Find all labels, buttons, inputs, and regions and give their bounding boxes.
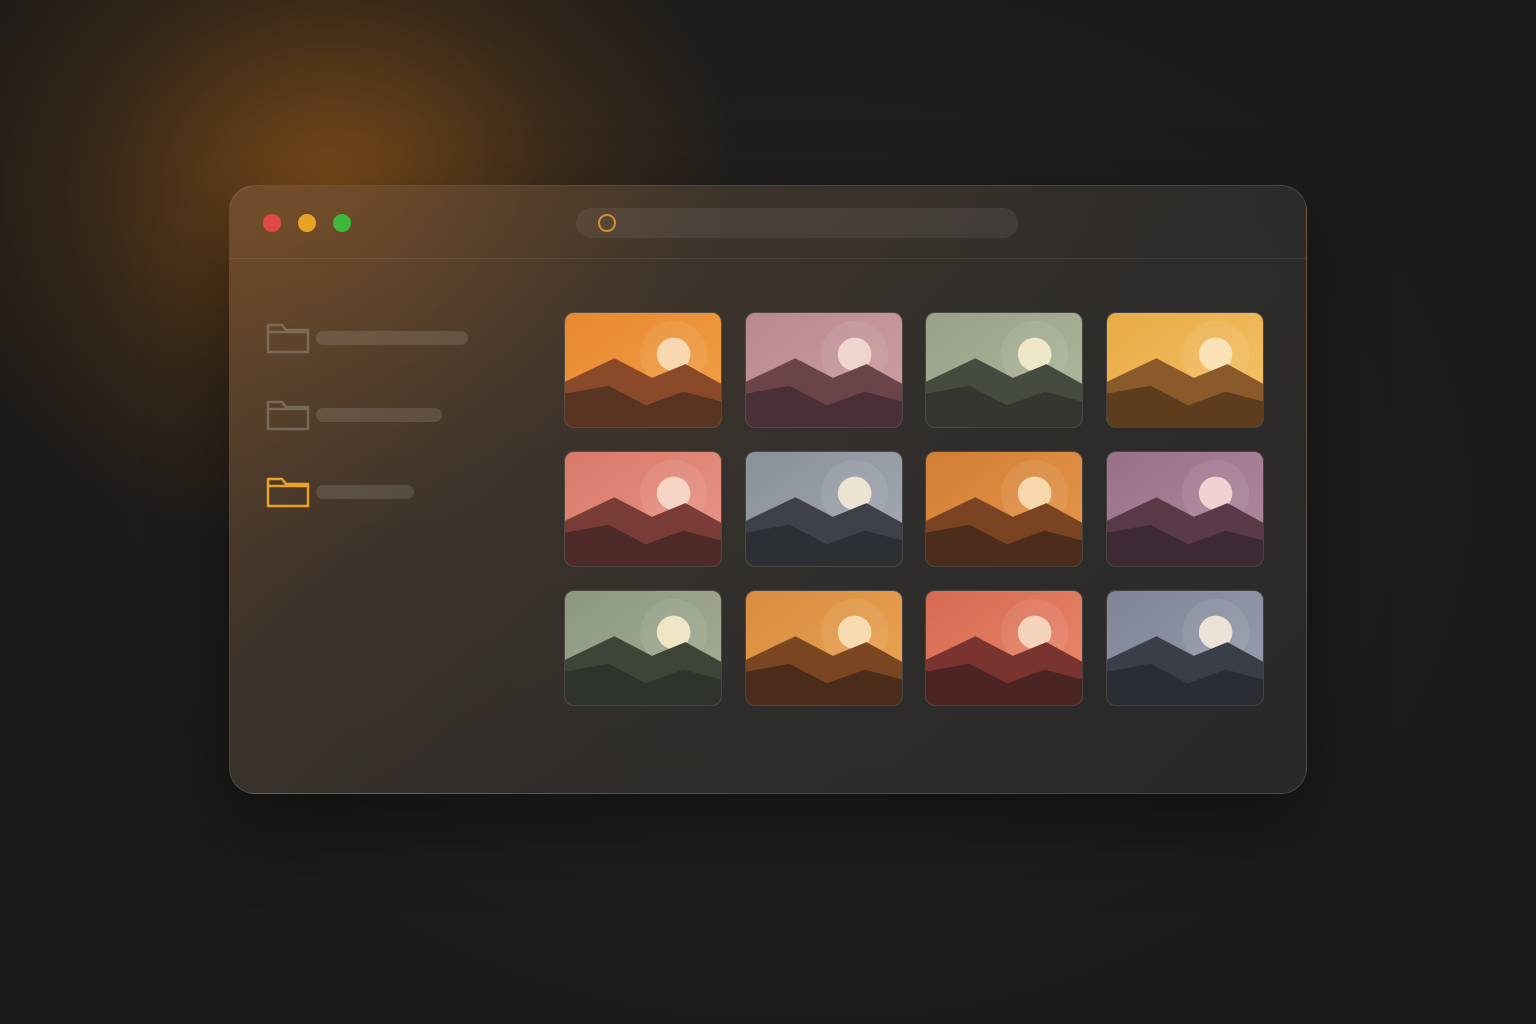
gallery-thumbnail[interactable] (925, 590, 1083, 706)
image-icon (926, 452, 1082, 566)
sidebar-folder-label (316, 331, 468, 345)
title-bar (230, 186, 1306, 259)
image-icon (926, 591, 1082, 705)
sidebar-folder-item[interactable] (266, 476, 486, 508)
folder-icon (266, 477, 310, 508)
gallery-thumbnail[interactable] (1105, 312, 1264, 428)
gallery-thumbnail[interactable] (564, 590, 722, 706)
sidebar-folder-item[interactable] (266, 399, 486, 431)
gallery-thumbnail[interactable] (564, 451, 722, 567)
image-icon (1106, 591, 1263, 705)
gallery-thumbnail[interactable] (564, 312, 722, 428)
image-icon (1106, 313, 1263, 427)
image-icon (745, 452, 902, 566)
browser-window (229, 185, 1307, 794)
close-button[interactable] (263, 214, 281, 232)
gallery-thumbnail[interactable] (925, 312, 1083, 428)
gallery-thumbnail[interactable] (925, 451, 1083, 567)
minimize-button[interactable] (298, 214, 316, 232)
gallery-thumbnail[interactable] (1105, 451, 1264, 567)
gallery-thumbnail[interactable] (1105, 590, 1264, 706)
sidebar-folder-item[interactable] (266, 322, 486, 354)
image-icon (1106, 452, 1263, 566)
folder-icon (266, 323, 310, 354)
gallery-thumbnail[interactable] (744, 590, 903, 706)
sidebar-folder-label (316, 408, 442, 422)
image-icon (565, 313, 721, 427)
sidebar (230, 259, 518, 793)
zoom-button[interactable] (333, 214, 351, 232)
gallery-thumbnail[interactable] (744, 451, 903, 567)
circle-icon (598, 214, 616, 232)
sidebar-folder-label (316, 485, 414, 499)
gallery-thumbnail[interactable] (744, 312, 903, 428)
image-icon (745, 313, 902, 427)
image-icon (565, 591, 721, 705)
image-icon (745, 591, 902, 705)
folder-icon (266, 400, 310, 431)
image-icon (926, 313, 1082, 427)
address-bar[interactable] (576, 208, 1018, 238)
image-icon (565, 452, 721, 566)
